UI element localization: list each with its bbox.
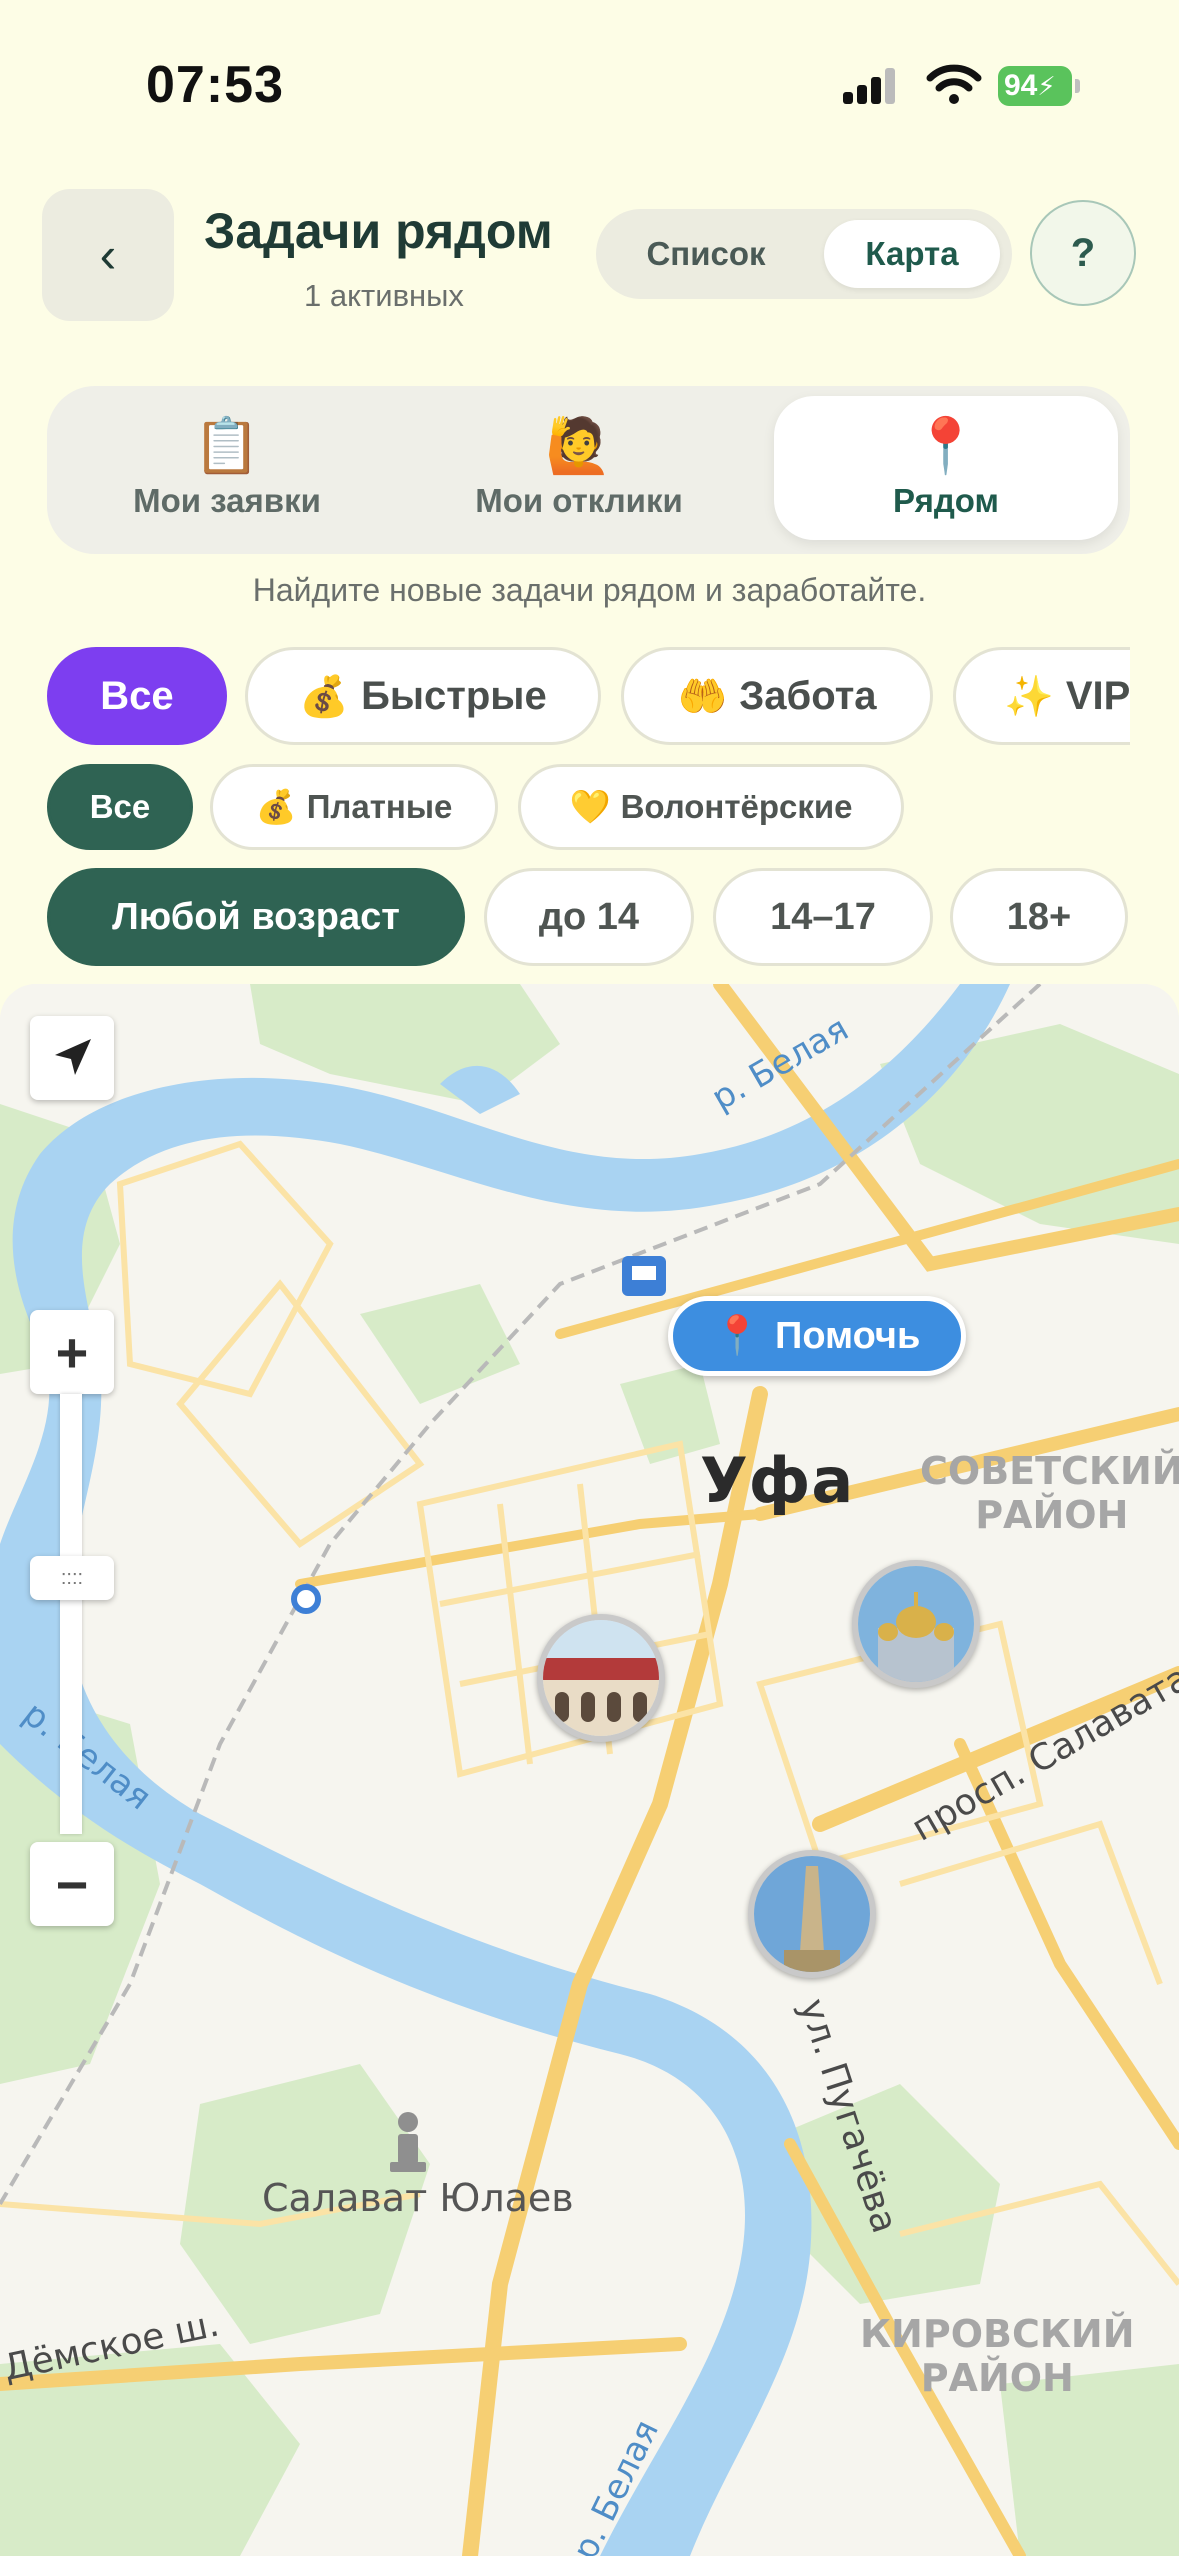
- filter-age-under-14[interactable]: до 14: [484, 868, 694, 966]
- district-label-sovetsky: СОВЕТСКИЙ РАЙОН: [920, 1449, 1179, 1537]
- navigation-arrow-icon: [55, 1039, 91, 1075]
- task-pin-photo[interactable]: [748, 1850, 876, 1978]
- tab-my-requests[interactable]: 📋 Мои заявки: [57, 396, 397, 540]
- page-title: Задачи рядом: [204, 203, 553, 259]
- category-filter-row: Все 💰 Быстрые 🤲 Забота ✨ VIP: [47, 647, 1130, 745]
- chip-label: Быстрые: [361, 673, 547, 718]
- chip-label: Забота: [739, 673, 877, 718]
- section-tabs: 📋 Мои заявки 🙋 Мои отклики 📍 Рядом: [47, 386, 1130, 554]
- charging-bolt-icon: ⚡: [1037, 71, 1056, 101]
- raising-hand-icon: 🙋: [545, 416, 613, 476]
- task-pin-photo[interactable]: [537, 1614, 665, 1742]
- battery-level: 94: [1004, 69, 1038, 102]
- palms-up-icon: 🤲: [677, 674, 728, 719]
- pushpin-icon: 📍: [713, 1315, 761, 1357]
- zoom-slider-track[interactable]: [60, 1394, 82, 1834]
- filter-age-any[interactable]: Любой возраст: [47, 868, 465, 966]
- tab-label: Мои заявки: [133, 482, 321, 519]
- locate-me-button[interactable]: [30, 1016, 114, 1100]
- filter-category-vip[interactable]: ✨ VIP: [953, 647, 1130, 745]
- task-pin-photo[interactable]: [852, 1560, 980, 1688]
- money-bag-icon: 💰: [255, 787, 297, 825]
- chip-label: Волонтёрские: [620, 788, 853, 825]
- chip-label: VIP: [1065, 673, 1130, 718]
- help-marker-label: Помочь: [775, 1314, 921, 1357]
- active-count: 1 активных: [304, 278, 464, 313]
- filter-age-14-17[interactable]: 14–17: [713, 868, 933, 966]
- battery-indicator: 94⚡: [998, 66, 1080, 106]
- zoom-slider-handle[interactable]: ::::: [30, 1556, 114, 1600]
- tab-label: Рядом: [893, 482, 999, 519]
- filter-age-18-plus[interactable]: 18+: [950, 868, 1128, 966]
- help-task-marker[interactable]: 📍 Помочь: [668, 1296, 966, 1376]
- mosque-photo: [858, 1566, 974, 1682]
- money-bag-icon: 💰: [299, 674, 350, 719]
- monument-label: Салават Юлаев: [262, 2176, 574, 2220]
- filter-payment-paid[interactable]: 💰 Платные: [210, 764, 498, 850]
- yellow-heart-icon: 💛: [569, 787, 611, 825]
- view-map-button[interactable]: Карта: [824, 220, 1000, 288]
- district-label-kirovsky: КИРОВСКИЙ РАЙОН: [860, 2312, 1135, 2400]
- building-photo: [543, 1620, 659, 1736]
- view-toggle: Список Карта: [596, 209, 1012, 299]
- filter-payment-volunteer[interactable]: 💛 Волонтёрские: [518, 764, 904, 850]
- filter-payment-all[interactable]: Все: [47, 764, 193, 850]
- back-button[interactable]: ‹: [42, 189, 174, 321]
- hint-text: Найдите новые задачи рядом и заработайте…: [252, 572, 927, 608]
- filter-category-care[interactable]: 🤲 Забота: [621, 647, 933, 745]
- map-view[interactable]: Уфа СОВЕТСКИЙ РАЙОН КИРОВСКИЙ РАЙОН р. Бел…: [0, 984, 1179, 2556]
- city-label: Уфа: [700, 1444, 855, 1517]
- chevron-left-icon: ‹: [99, 227, 117, 283]
- filter-category-all[interactable]: Все: [47, 647, 227, 745]
- zoom-out-button[interactable]: −: [30, 1842, 114, 1926]
- cellular-signal-icon: [843, 68, 895, 104]
- chip-label: Все: [100, 673, 174, 718]
- filter-category-fast[interactable]: 💰 Быстрые: [245, 647, 601, 745]
- view-list-button[interactable]: Список: [606, 220, 806, 288]
- zoom-in-button[interactable]: +: [30, 1310, 114, 1394]
- status-time: 07:53: [146, 56, 284, 114]
- clipboard-icon: 📋: [193, 416, 261, 476]
- wifi-icon: [926, 64, 982, 104]
- sparkles-icon: ✨: [1004, 674, 1054, 719]
- tab-nearby[interactable]: 📍 Рядом: [774, 396, 1118, 540]
- chip-label: Платные: [306, 788, 453, 825]
- help-button[interactable]: ?: [1030, 200, 1136, 306]
- chip-label: Все: [89, 788, 151, 825]
- monument-photo: [754, 1856, 870, 1972]
- tab-my-responses[interactable]: 🙋 Мои отклики: [409, 396, 749, 540]
- tab-label: Мои отклики: [475, 482, 683, 519]
- pushpin-icon: 📍: [912, 416, 980, 476]
